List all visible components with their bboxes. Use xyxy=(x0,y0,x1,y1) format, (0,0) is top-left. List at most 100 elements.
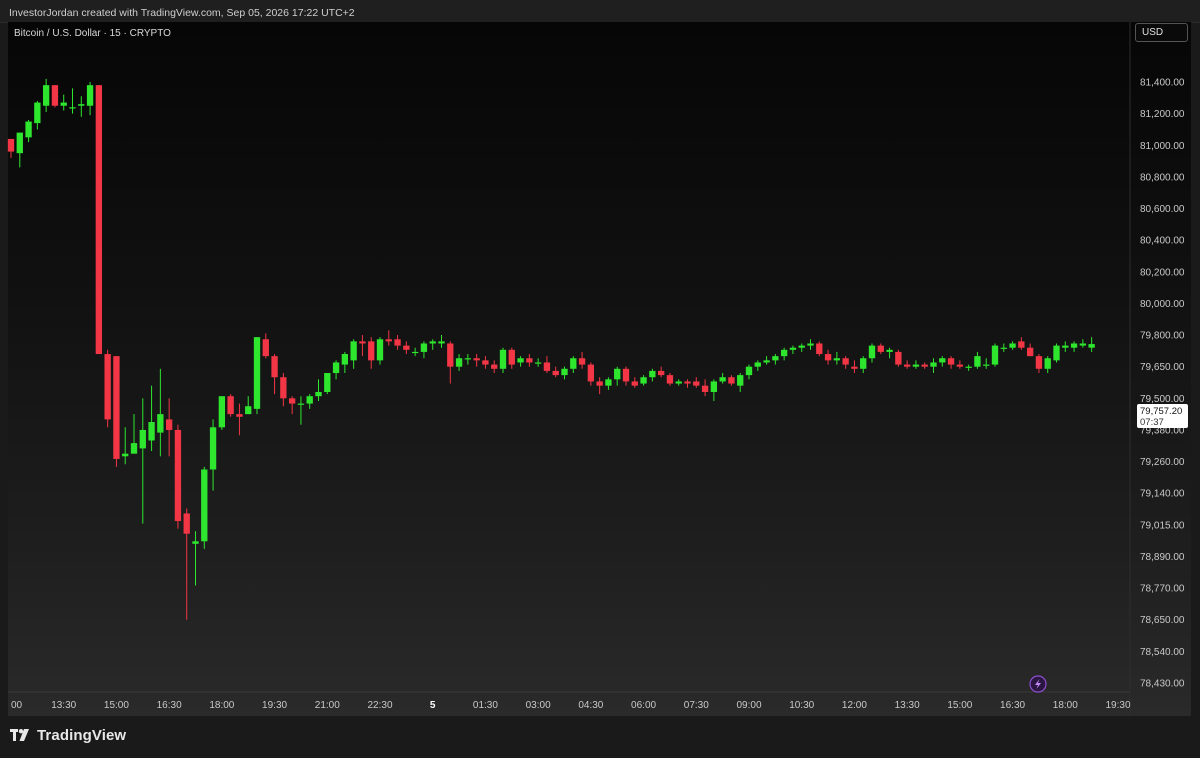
candle-body xyxy=(429,341,436,344)
candle xyxy=(280,373,287,407)
candle xyxy=(253,337,261,415)
candle-body xyxy=(368,341,375,361)
candle-body xyxy=(912,364,920,367)
candle xyxy=(385,330,392,346)
candle-body xyxy=(104,354,111,420)
candle xyxy=(578,351,586,369)
candle-body xyxy=(447,343,454,367)
symbol-title[interactable]: Bitcoin / U.S. Dollar · 15 · CRYPTO xyxy=(14,28,171,39)
time-axis[interactable]: 00 13:30 15:00 16:30 18:00 19:30 21:00 22:30 5 01… xyxy=(8,691,1131,711)
candle xyxy=(640,375,647,386)
time-tick-label: 13:30 xyxy=(51,700,76,711)
time-tick-label: 04:30 xyxy=(578,700,603,711)
candle-body xyxy=(253,337,261,409)
candle-body xyxy=(60,102,67,106)
candle xyxy=(605,377,612,390)
candle-body xyxy=(420,343,428,352)
candle-body xyxy=(332,362,340,374)
time-tick-label: 15:00 xyxy=(104,700,129,711)
candle-body xyxy=(455,358,463,367)
price-tick-label: 80,000.00 xyxy=(1140,299,1185,310)
candle xyxy=(860,356,867,374)
candle-body xyxy=(491,364,498,369)
candle xyxy=(534,358,542,367)
time-tick-label: 19:30 xyxy=(1105,700,1130,711)
candle xyxy=(1026,343,1034,357)
candle xyxy=(174,424,182,529)
candle xyxy=(42,78,50,113)
candle-body xyxy=(833,358,841,361)
candle xyxy=(464,354,472,365)
candle xyxy=(939,356,946,367)
candle-body xyxy=(868,345,876,359)
price-axis[interactable]: 81,400.00 81,200.00 81,000.00 80,800.00 80,6… xyxy=(1129,22,1185,716)
candle xyxy=(60,94,67,111)
price-tick-label: 78,650.00 xyxy=(1140,615,1185,626)
tradingview-logo[interactable]: TradingView xyxy=(10,727,126,744)
candle-body xyxy=(403,345,410,350)
time-tick-label: 10:30 xyxy=(789,700,814,711)
candle xyxy=(649,368,656,382)
candle-body xyxy=(780,349,788,357)
candle xyxy=(947,356,955,369)
time-tick-label: 19:30 xyxy=(262,700,287,711)
price-tick-label: 79,500.00 xyxy=(1140,394,1185,405)
candle xyxy=(16,132,23,168)
candle-body xyxy=(51,85,59,106)
candlestick-chart[interactable]: 81,400.00 81,200.00 81,000.00 80,800.00 80,6… xyxy=(0,0,1200,716)
candle xyxy=(895,349,902,367)
candle-body xyxy=(965,366,972,368)
time-tick-label: 13:30 xyxy=(895,700,920,711)
currency-selector[interactable]: USD xyxy=(1135,23,1188,42)
candle xyxy=(376,337,384,365)
candle xyxy=(912,360,920,369)
last-price-value: 79,757.20 xyxy=(1140,406,1182,417)
candle xyxy=(956,360,964,369)
candle-body xyxy=(165,419,173,430)
candle xyxy=(745,364,753,380)
candle xyxy=(1053,343,1060,363)
candle xyxy=(350,339,357,369)
candle xyxy=(631,377,638,388)
candle-body xyxy=(1035,356,1043,369)
time-tick-label: 06:00 xyxy=(631,700,656,711)
candle-body xyxy=(649,370,656,378)
candle-body xyxy=(956,364,964,367)
candle-body xyxy=(1088,344,1095,348)
price-tick-label: 78,770.00 xyxy=(1140,584,1185,595)
candle-body xyxy=(139,429,146,449)
candle-body xyxy=(754,362,761,367)
tradingview-logo-icon xyxy=(10,729,29,741)
time-tick-label: 09:00 xyxy=(736,700,761,711)
time-tick-label: 03:00 xyxy=(526,700,551,711)
lightning-icon[interactable] xyxy=(1029,675,1047,693)
candle-body xyxy=(631,381,638,386)
candle xyxy=(728,375,735,386)
candle-body xyxy=(851,366,858,369)
candle-body xyxy=(657,370,665,376)
candle-body xyxy=(280,377,287,399)
candle xyxy=(25,119,32,143)
candle-body xyxy=(183,513,190,534)
candle xyxy=(227,394,234,417)
candle xyxy=(78,96,85,117)
time-tick-label: 01:30 xyxy=(473,700,498,711)
candle xyxy=(438,335,445,348)
candle-body xyxy=(315,391,322,397)
candle-body xyxy=(772,356,779,361)
candle xyxy=(262,333,269,359)
last-price-label: 79,757.20 07:37 xyxy=(1137,404,1188,428)
candle xyxy=(1000,343,1007,352)
candle-body xyxy=(438,341,445,344)
candle-body xyxy=(130,443,138,454)
candle xyxy=(183,508,190,620)
price-tick-label: 81,000.00 xyxy=(1140,141,1185,152)
candle-body xyxy=(288,398,296,404)
price-tick-label: 81,200.00 xyxy=(1140,109,1185,120)
candle-body xyxy=(464,358,472,360)
candle xyxy=(666,373,674,386)
footer: TradingView xyxy=(0,716,1200,758)
candle xyxy=(209,419,217,491)
candle-body xyxy=(622,368,630,382)
candle xyxy=(218,396,226,430)
